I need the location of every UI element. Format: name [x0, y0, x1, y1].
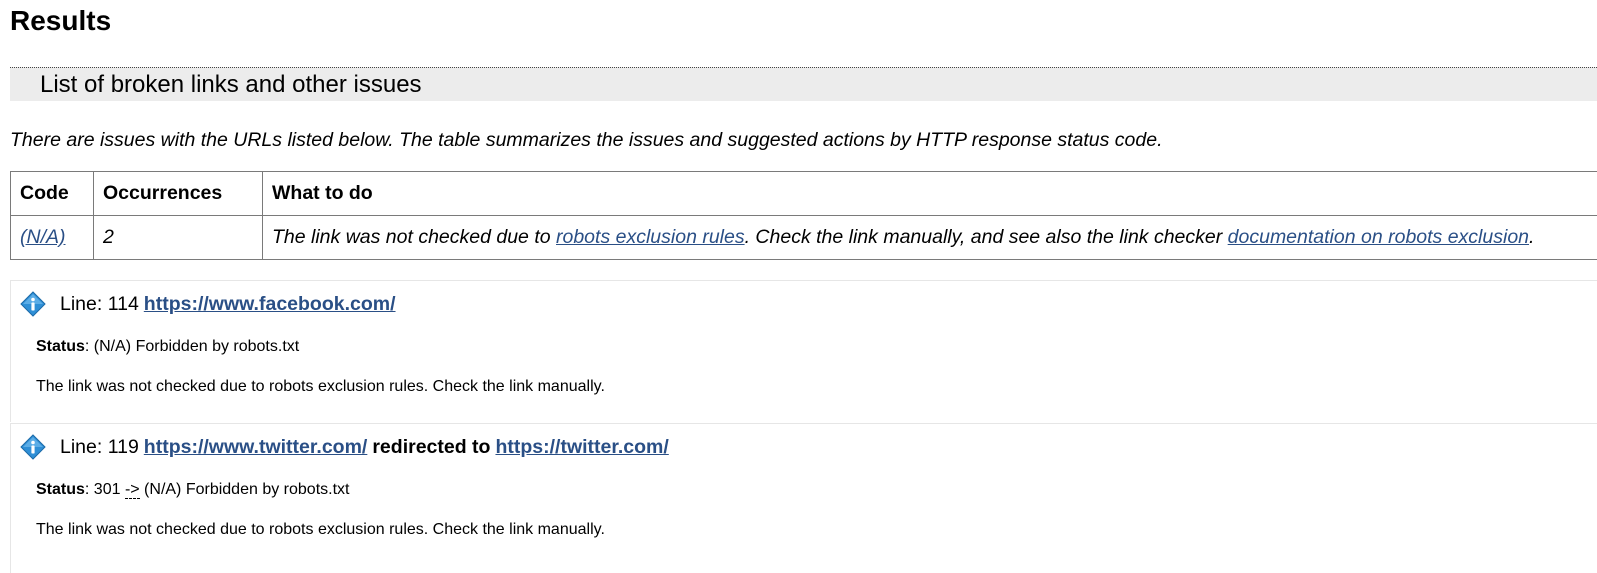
redirect-url-link[interactable]: https://twitter.com/: [495, 436, 668, 459]
action-cell: The link was not checked due to robots e…: [263, 216, 1597, 260]
code-link[interactable]: (N/A): [20, 226, 66, 248]
status-text: : (N/A) Forbidden by robots.txt: [85, 338, 299, 355]
robots-exclusion-docs-link[interactable]: documentation on robots exclusion: [1228, 226, 1529, 248]
info-icon: [20, 291, 46, 317]
issue-item: Line: 114 https://www.facebook.com/ Stat…: [10, 280, 1597, 422]
issue-note: The link was not checked due to robots e…: [36, 520, 605, 540]
column-header-code: Code: [11, 172, 94, 216]
redirect-label: redirected to: [372, 436, 490, 459]
column-header-occurrences: Occurrences: [94, 172, 263, 216]
column-header-action: What to do: [263, 172, 1597, 216]
code-cell: (N/A): [11, 216, 94, 260]
issue-url-link[interactable]: https://www.facebook.com/: [144, 293, 396, 316]
table-row: (N/A) 2 The link was not checked due to …: [11, 216, 1597, 260]
action-text-middle: . Check the link manually, and see also …: [745, 226, 1228, 248]
issue-heading: Line: 119 https://www.twitter.com/ redir…: [20, 432, 669, 462]
status-line: Status: 301 -> (N/A) Forbidden by robots…: [36, 480, 349, 500]
occurrences-cell: 2: [94, 216, 263, 260]
section-header: List of broken links and other issues: [10, 67, 1597, 101]
issue-note: The link was not checked due to robots e…: [36, 377, 605, 397]
status-label: Status: [36, 481, 85, 498]
summary-table: Code Occurrences What to do (N/A) 2 The …: [10, 171, 1597, 260]
action-text-before: The link was not checked due to: [272, 226, 556, 248]
section-title: List of broken links and other issues: [40, 70, 422, 100]
status-text: (N/A) Forbidden by robots.txt: [140, 481, 350, 498]
page-title: Results: [10, 3, 111, 39]
line-number: Line: 114: [60, 293, 139, 316]
robots-exclusion-rules-link[interactable]: robots exclusion rules: [556, 226, 745, 248]
info-icon: [20, 434, 46, 460]
issue-heading: Line: 114 https://www.facebook.com/: [20, 289, 396, 319]
issue-item: Line: 119 https://www.twitter.com/ redir…: [10, 423, 1597, 573]
status-code: : 301: [85, 481, 125, 498]
intro-text: There are issues with the URLs listed be…: [10, 127, 1163, 153]
issue-url-link[interactable]: https://www.twitter.com/: [144, 436, 368, 459]
status-line: Status: (N/A) Forbidden by robots.txt: [36, 337, 299, 357]
action-text-after: .: [1529, 226, 1534, 248]
line-number: Line: 119: [60, 436, 139, 459]
table-header-row: Code Occurrences What to do: [11, 172, 1597, 216]
status-label: Status: [36, 338, 85, 355]
redirect-arrow: ->: [125, 481, 140, 499]
